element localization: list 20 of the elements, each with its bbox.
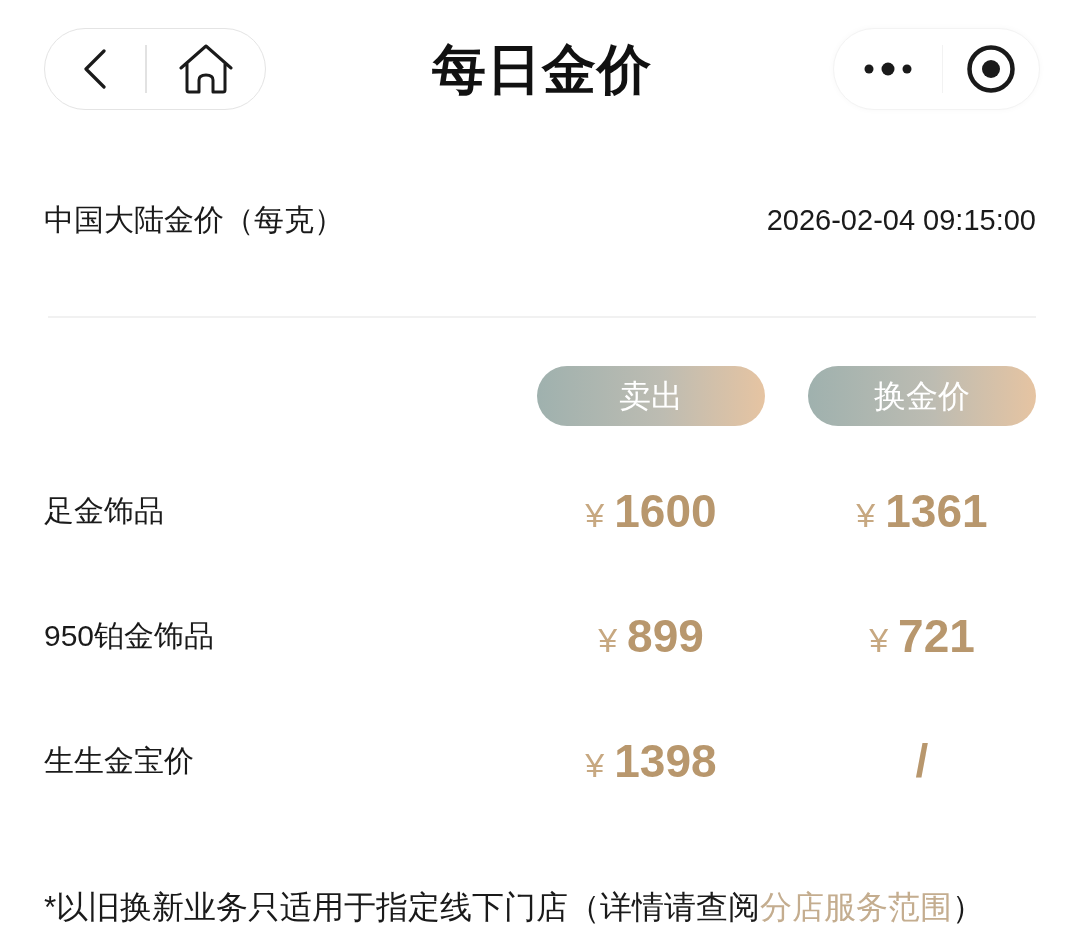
footnote-text: *以旧换新业务只适用于指定线下门店（详情请查阅分店服务范围） <box>44 889 985 925</box>
price-value: ¥ 1398 <box>585 737 717 784</box>
back-icon <box>83 49 107 89</box>
product-name: 足金饰品 <box>44 492 164 529</box>
column-header: 卖出 <box>537 366 765 426</box>
price-value: / <box>915 737 929 784</box>
more-icon <box>863 62 912 76</box>
price-value: ¥ 1361 <box>856 487 988 534</box>
home-icon <box>178 44 233 94</box>
update-time: 2026-02-04 09:15:00 <box>766 203 1036 238</box>
target-icon <box>967 45 1015 93</box>
price-value: ¥ 1600 <box>585 487 717 534</box>
column-header: 换金价 <box>808 366 1036 426</box>
product-name: 生生金宝价 <box>44 742 194 779</box>
price-value: ¥ 899 <box>598 612 704 659</box>
price-value: ¥ 721 <box>869 612 975 659</box>
page-title: 每日金价 <box>432 42 652 96</box>
region-label: 中国大陆金价（每克） <box>44 202 344 238</box>
branch-service-link[interactable]: 分店服务范围 <box>760 889 953 925</box>
product-name: 950铂金饰品 <box>44 617 215 654</box>
